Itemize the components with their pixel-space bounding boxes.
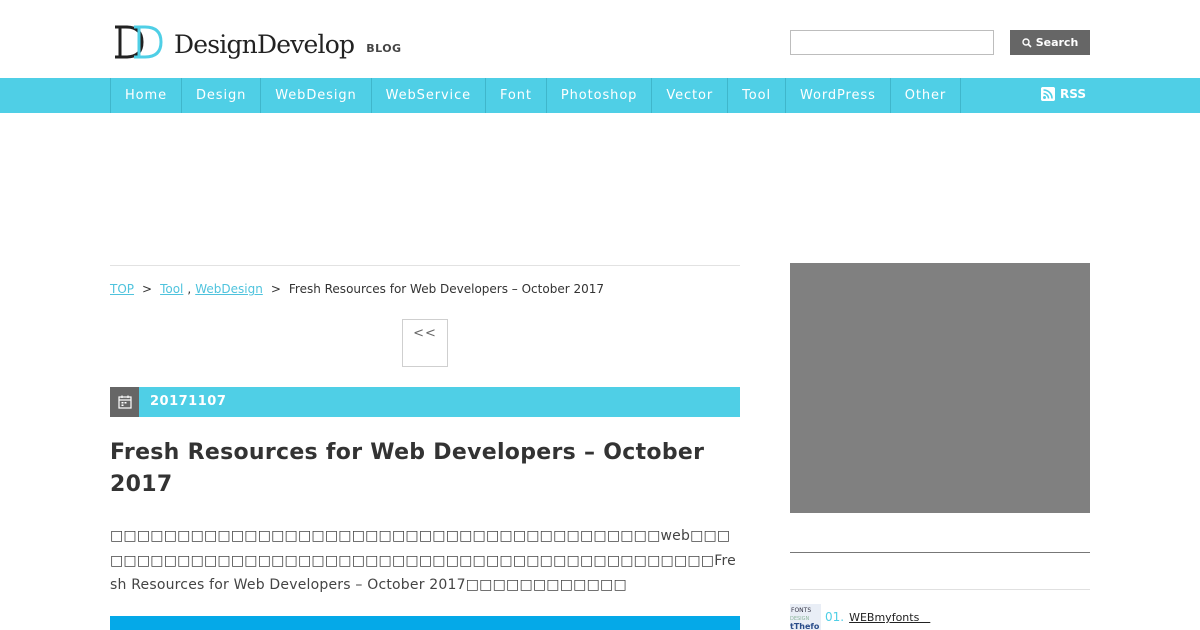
- nav-item-home[interactable]: Home: [111, 78, 182, 113]
- nav-item-webdesign[interactable]: WebDesign: [261, 78, 372, 113]
- ranking-link[interactable]: WEBmyfonts: [849, 609, 930, 625]
- nav-list: Home Design WebDesign WebService Font Ph…: [110, 78, 962, 113]
- logo-blog-label: BLOG: [366, 42, 402, 55]
- sidebar-ad-placeholder[interactable]: [790, 263, 1090, 513]
- nav-item-tool[interactable]: Tool: [728, 78, 787, 113]
- post-date: 20171107: [150, 394, 227, 409]
- site-logo[interactable]: DesignDevelop BLOG: [112, 24, 402, 60]
- breadcrumb-separator: >: [270, 282, 281, 296]
- breadcrumb-current: Fresh Resources for Web Developers – Oct…: [288, 282, 604, 296]
- ranking-thumbnail[interactable]: FONTS DESIGN tThefo: [790, 604, 821, 630]
- breadcrumb-tool-link[interactable]: Tool: [160, 282, 183, 296]
- breadcrumb-comma: ,: [187, 282, 192, 296]
- nav-item-font[interactable]: Font: [486, 78, 547, 113]
- sidebar-divider: [790, 552, 1090, 553]
- logo-text: DesignDevelop: [174, 30, 355, 59]
- ranking-number: 01.: [825, 610, 845, 624]
- post-date-bar: 20171107: [110, 387, 740, 417]
- search-button[interactable]: Search: [1010, 30, 1090, 55]
- rss-icon: [1041, 87, 1055, 101]
- calendar-icon-box: [110, 387, 139, 417]
- global-nav: Home Design WebDesign WebService Font Ph…: [0, 78, 1200, 113]
- nav-item-wordpress[interactable]: WordPress: [786, 78, 891, 113]
- breadcrumb: TOP > Tool, WebDesign > Fresh Resources for W…: [110, 282, 604, 296]
- sidebar-divider: [790, 589, 1090, 590]
- ranking-item[interactable]: FONTS DESIGN tThefo 01. WEBmyfonts: [790, 604, 930, 630]
- calendar-icon: [117, 395, 132, 409]
- logo-mark-icon: [115, 25, 163, 59]
- search-button-label: Search: [1035, 36, 1079, 49]
- nav-item-other[interactable]: Other: [891, 78, 962, 113]
- rss-label: RSS: [1060, 87, 1086, 101]
- svg-text:FONTS: FONTS: [791, 607, 811, 614]
- svg-text:tThefo: tThefo: [790, 622, 820, 630]
- post-excerpt: □□□□□□□□□□□□□□□□□□□□□□□□□□□□□□□□□□□□□□□□…: [110, 528, 736, 593]
- breadcrumb-separator: >: [142, 282, 153, 296]
- site-header: DesignDevelop BLOG Search: [0, 0, 1200, 78]
- ranking-thumbnail-image: FONTS DESIGN tThefo: [790, 604, 821, 630]
- prev-post-button[interactable]: <<: [402, 319, 448, 367]
- nav-item-design[interactable]: Design: [182, 78, 262, 113]
- nav-item-webservice[interactable]: WebService: [372, 78, 487, 113]
- post-title: Fresh Resources for Web Developers – Oct…: [110, 440, 705, 497]
- search-input[interactable]: [790, 30, 994, 55]
- content-divider: [110, 265, 740, 266]
- breadcrumb-webdesign-link[interactable]: WebDesign: [195, 282, 263, 296]
- nav-item-photoshop[interactable]: Photoshop: [547, 78, 653, 113]
- breadcrumb-top-link[interactable]: TOP: [110, 282, 134, 296]
- magnifier-icon: [1022, 37, 1032, 48]
- rss-link[interactable]: RSS: [1041, 87, 1086, 101]
- content-blue-bar: [110, 616, 740, 630]
- nav-item-vector[interactable]: Vector: [652, 78, 729, 113]
